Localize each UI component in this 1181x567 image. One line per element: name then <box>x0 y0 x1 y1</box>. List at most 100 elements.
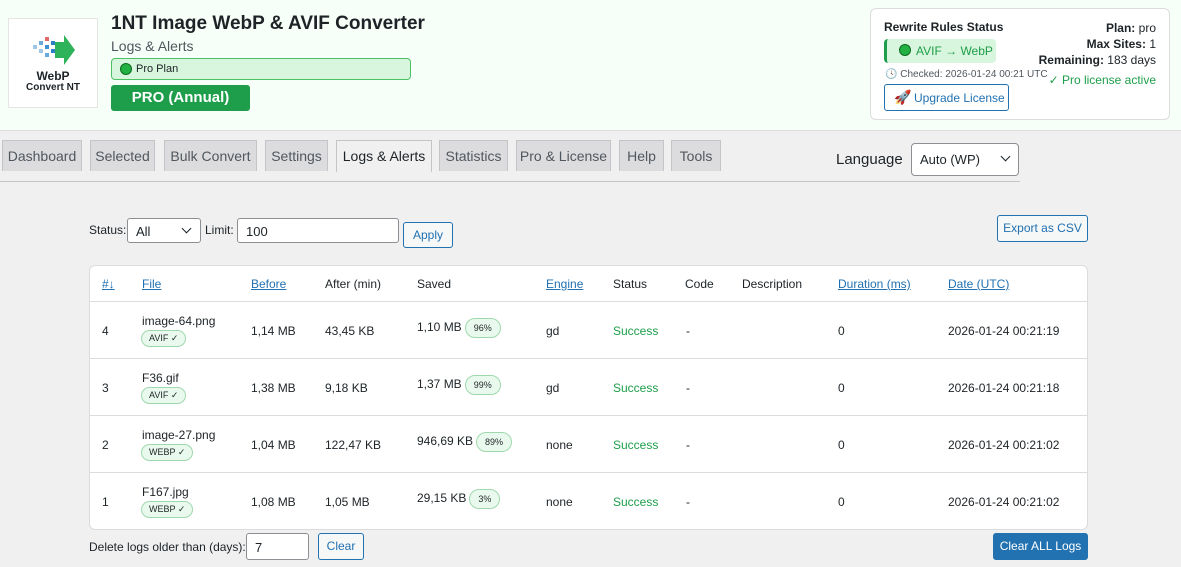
clock-icon: 🕓 <box>885 69 898 80</box>
saved-percent-badge: 99% <box>464 375 501 395</box>
cell-before: 1,14 MB <box>251 324 296 338</box>
chevron-down-icon <box>1000 151 1011 162</box>
col-id-sort[interactable]: #↓ <box>102 277 115 291</box>
plugin-header: WebP Convert NT 1NT Image WebP & AVIF Co… <box>0 0 1181 131</box>
cell-engine: none <box>546 495 573 509</box>
limit-label: Limit: <box>205 223 234 237</box>
cell-duration: 0 <box>838 495 845 509</box>
format-badge: WEBP ✓ <box>141 501 194 518</box>
col-duration-sort[interactable]: Duration (ms) <box>838 277 911 291</box>
col-before-sort[interactable]: Before <box>251 277 286 291</box>
export-csv-button[interactable]: Export as CSV <box>997 215 1088 242</box>
plan-value: pro <box>1138 21 1156 35</box>
tab-pro-license[interactable]: Pro & License <box>516 140 611 171</box>
col-engine-sort[interactable]: Engine <box>546 277 583 291</box>
cell-after: 43,45 KB <box>325 324 375 338</box>
tab-statistics[interactable]: Statistics <box>439 140 508 171</box>
rewrite-checked-time: 🕓 Checked: 2026-01-24 00:21 UTC <box>885 69 1048 80</box>
cell-engine: gd <box>546 381 560 395</box>
rocket-icon: 🚀 <box>894 89 912 105</box>
cell-date: 2026-01-24 00:21:02 <box>948 438 1060 452</box>
cell-duration: 0 <box>838 381 845 395</box>
table-row: 1 F167.jpg WEBP ✓ 1,08 MB 1,05 MB 29,15 … <box>90 473 1087 529</box>
rewrite-rules-panel: Rewrite Rules Status AVIF → WebP 🕓 Check… <box>870 8 1170 120</box>
tab-bulk-convert[interactable]: Bulk Convert <box>164 140 257 171</box>
cell-before: 1,04 MB <box>251 438 296 452</box>
col-file-sort[interactable]: File <box>142 277 161 291</box>
cell-status: Success <box>613 324 659 338</box>
cell-status: Success <box>613 381 659 395</box>
status-dot-icon <box>120 63 132 75</box>
page-subtitle: Logs & Alerts <box>111 38 194 54</box>
cell-engine: none <box>546 438 573 452</box>
saved-percent-badge: 3% <box>469 489 501 509</box>
pro-annual-button[interactable]: PRO (Annual) <box>111 85 250 111</box>
apply-button[interactable]: Apply <box>403 222 453 248</box>
logs-table: #↓ File Before After (min) Saved Engine … <box>89 265 1088 530</box>
delete-days-label: Delete logs older than (days): <box>89 540 246 554</box>
saved-value: 946,69 KB <box>417 434 474 449</box>
tab-logs-alerts[interactable]: Logs & Alerts <box>336 140 432 172</box>
cell-saved: 29,15 KB 3% <box>417 489 501 509</box>
cell-after: 122,47 KB <box>325 438 382 452</box>
remaining-value: 183 days <box>1107 53 1156 67</box>
col-code: Code <box>685 277 714 291</box>
cell-status: Success <box>613 438 659 452</box>
cell-saved: 1,10 MB 96% <box>417 318 501 338</box>
cell-saved: 1,37 MB 99% <box>417 375 501 395</box>
convert-arrow-icon <box>33 35 75 65</box>
cell-file: F167.jpg <box>142 485 189 499</box>
logo-text-convert: Convert NT <box>26 82 80 93</box>
clear-button[interactable]: Clear <box>318 533 364 560</box>
cell-after: 9,18 KB <box>325 381 368 395</box>
col-status: Status <box>613 277 648 291</box>
clear-all-logs-button[interactable]: Clear ALL Logs <box>993 533 1088 560</box>
language-select[interactable]: Auto (WP) <box>911 143 1019 176</box>
cell-code: - <box>686 324 690 338</box>
cell-engine: gd <box>546 324 560 338</box>
cell-id: 4 <box>102 324 109 338</box>
cell-status: Success <box>613 495 659 509</box>
upgrade-license-button[interactable]: 🚀 Upgrade License <box>884 84 1009 111</box>
checked-text: Checked: 2026-01-24 00:21 UTC <box>900 69 1048 80</box>
cell-file: image-27.png <box>142 428 216 442</box>
tab-settings[interactable]: Settings <box>265 140 328 171</box>
status-dot-icon <box>899 44 911 56</box>
tab-help[interactable]: Help <box>619 140 664 171</box>
limit-input[interactable]: 100 <box>237 218 399 243</box>
format-badge: WEBP ✓ <box>141 444 194 461</box>
cell-saved: 946,69 KB 89% <box>417 432 513 452</box>
table-row: 3 F36.gif AVIF ✓ 1,38 MB 9,18 KB 1,37 MB… <box>90 359 1087 416</box>
saved-value: 29,15 KB <box>417 491 467 506</box>
col-date-sort[interactable]: Date (UTC) <box>948 277 1009 291</box>
cell-code: - <box>686 495 690 509</box>
cell-after: 1,05 MB <box>325 495 370 509</box>
format-badge: AVIF ✓ <box>141 330 187 347</box>
cell-code: - <box>686 381 690 395</box>
pro-plan-label: Pro Plan <box>136 63 179 75</box>
logo-text-webp: WebP <box>36 69 70 83</box>
tab-selected[interactable]: Selected <box>90 140 155 171</box>
tab-dashboard[interactable]: Dashboard <box>2 140 82 171</box>
max-sites-label: Max Sites: <box>1086 37 1146 51</box>
plugin-logo: WebP Convert NT <box>8 18 98 108</box>
col-after: After (min) <box>325 277 382 291</box>
license-info: Plan: pro Max Sites: 1 Remaining: 183 da… <box>1039 20 1156 68</box>
chevron-down-icon <box>181 223 192 234</box>
cell-file: F36.gif <box>142 371 179 385</box>
plan-label: Plan: <box>1105 21 1136 35</box>
saved-percent-badge: 96% <box>464 318 501 338</box>
upgrade-license-label: Upgrade License <box>914 91 1005 105</box>
tab-tools[interactable]: Tools <box>671 140 721 171</box>
cell-code: - <box>686 438 690 452</box>
col-description: Description <box>742 277 803 291</box>
saved-percent-badge: 89% <box>476 432 513 452</box>
rewrite-status-badge: AVIF → WebP <box>884 39 996 63</box>
format-badge: AVIF ✓ <box>141 387 187 404</box>
cell-id: 1 <box>102 495 109 509</box>
delete-days-input[interactable]: 7 <box>246 533 309 560</box>
table-row: 2 image-27.png WEBP ✓ 1,04 MB 122,47 KB … <box>90 416 1087 473</box>
pro-license-active: ✓ Pro license active <box>1048 73 1156 87</box>
cell-duration: 0 <box>838 324 845 338</box>
status-filter-select[interactable]: All <box>127 218 201 243</box>
